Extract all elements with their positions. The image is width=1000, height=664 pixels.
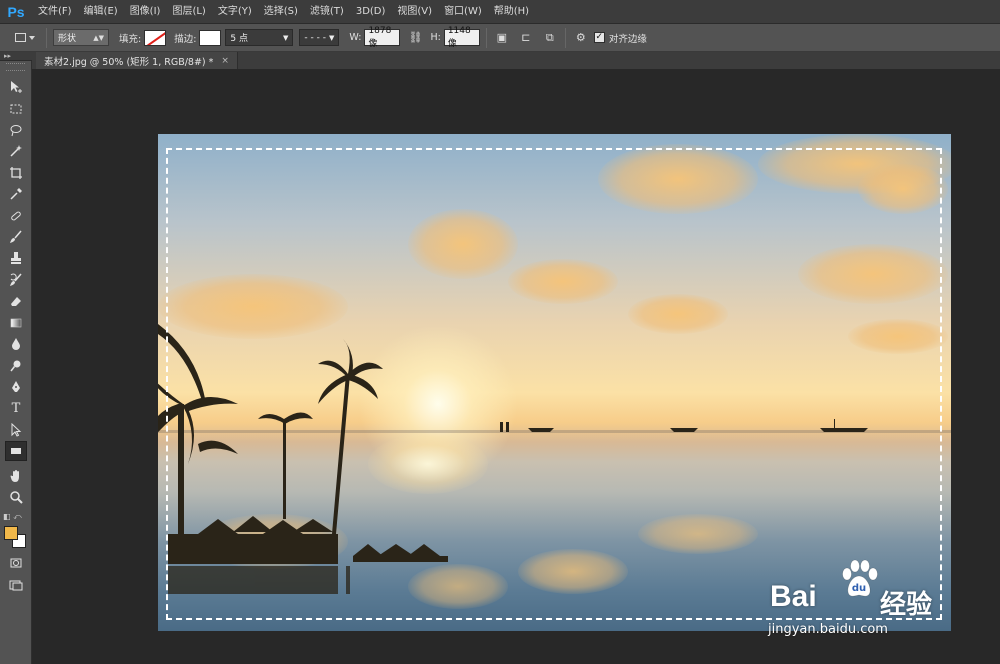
menu-view[interactable]: 视图(V) <box>391 0 438 24</box>
path-arrangement-icon[interactable]: ⧉ <box>541 29 559 47</box>
separator <box>485 27 487 48</box>
default-colors-icon[interactable]: ◧ ⤺ <box>3 512 22 522</box>
height-label: H: <box>430 32 441 43</box>
screen-mode-icon[interactable] <box>5 575 27 595</box>
fill-label: 填充: <box>119 33 142 45</box>
move-tool-icon[interactable] <box>5 77 27 97</box>
pen-tool-icon[interactable] <box>5 377 27 397</box>
tool-mode-select[interactable]: 形状 ▲▼ <box>53 29 109 46</box>
stroke-type-select[interactable]: - - - - ▼ <box>299 29 340 46</box>
magic-wand-tool-icon[interactable] <box>5 141 27 161</box>
path-alignment-icon[interactable]: ⊏ <box>517 29 535 47</box>
chevron-down-icon: ▼ <box>329 33 335 42</box>
path-selection-tool-icon[interactable] <box>5 420 27 440</box>
toolbox: T ◧ ⤺ <box>0 61 32 664</box>
link-icon[interactable]: ⛓ <box>406 29 424 47</box>
blur-tool-icon[interactable] <box>5 334 27 354</box>
separator <box>564 27 566 48</box>
menu-filter[interactable]: 滤镜(T) <box>304 0 350 24</box>
svg-text:du: du <box>852 583 866 594</box>
menu-help[interactable]: 帮助(H) <box>488 0 535 24</box>
eyedropper-tool-icon[interactable] <box>5 184 27 204</box>
document-tab[interactable]: 素材2.jpg @ 50% (矩形 1, RGB/8#) * × <box>36 52 238 69</box>
menu-type[interactable]: 文字(Y) <box>212 0 258 24</box>
brush-tool-icon[interactable] <box>5 227 27 247</box>
healing-brush-tool-icon[interactable] <box>5 206 27 226</box>
stroke-label: 描边: <box>174 33 197 45</box>
marquee-tool-icon[interactable] <box>5 99 27 119</box>
width-label: W: <box>349 32 362 43</box>
path-operations-icon[interactable]: ▣ <box>493 29 511 47</box>
width-input[interactable]: 1878 像 <box>364 26 401 49</box>
foreground-color-swatch[interactable] <box>4 526 18 540</box>
align-edges-checkbox[interactable]: ✓ <box>593 32 605 43</box>
menu-bar: Ps 文件(F) 编辑(E) 图像(I) 图层(L) 文字(Y) 选择(S) 滤… <box>0 0 1000 24</box>
menu-edit[interactable]: 编辑(E) <box>78 0 124 24</box>
menu-file[interactable]: 文件(F) <box>32 0 78 24</box>
crop-tool-icon[interactable] <box>5 163 27 183</box>
rectangle-icon <box>15 33 26 42</box>
eraser-tool-icon[interactable] <box>5 291 27 311</box>
quick-mask-icon[interactable] <box>5 553 27 573</box>
options-bar: 形状 ▲▼ 填充: 描边: 5 点 ▼ - - - - ▼ W: 1878 像 … <box>0 24 1000 52</box>
stroke-width-value: 5 点 <box>230 34 248 44</box>
baidu-watermark-url: jingyan.baidu.com <box>768 622 888 637</box>
menu-image[interactable]: 图像(I) <box>124 0 167 24</box>
zoom-tool-icon[interactable] <box>5 487 27 507</box>
document-tab-bar: 素材2.jpg @ 50% (矩形 1, RGB/8#) * × <box>32 52 1000 69</box>
baidu-watermark-brand: Bai <box>770 580 817 613</box>
chevron-down-icon: ▼ <box>283 33 289 42</box>
tool-mode-value: 形状 <box>58 34 77 44</box>
close-icon[interactable]: × <box>221 56 229 66</box>
tool-preset-picker[interactable] <box>10 28 40 48</box>
menu-3d[interactable]: 3D(D) <box>350 0 392 24</box>
menu-window[interactable]: 窗口(W) <box>438 0 488 24</box>
menu-layer[interactable]: 图层(L) <box>166 0 211 24</box>
photoshop-logo-icon: Ps <box>7 3 25 20</box>
updown-arrow-icon: ▲▼ <box>93 33 104 42</box>
chevron-down-icon <box>29 35 35 40</box>
toolbox-collapse[interactable]: ▸▸ <box>0 52 32 61</box>
menu-select[interactable]: 选择(S) <box>258 0 304 24</box>
shape-path-outline[interactable] <box>166 148 942 620</box>
align-edges-label: 对齐边缘 <box>608 33 647 45</box>
baidu-watermark-cn: 经验 <box>880 590 933 620</box>
baidu-paw-icon: du <box>842 559 878 597</box>
height-input[interactable]: 1148 像 <box>443 26 480 49</box>
lasso-tool-icon[interactable] <box>5 120 27 140</box>
stroke-width-field[interactable]: 5 点 ▼ <box>225 29 294 46</box>
clone-stamp-tool-icon[interactable] <box>5 248 27 268</box>
hand-tool-icon[interactable] <box>5 466 27 486</box>
fill-swatch[interactable] <box>144 29 167 46</box>
stroke-swatch[interactable] <box>199 29 222 46</box>
gear-icon[interactable]: ⚙ <box>572 29 590 47</box>
toolbox-grip[interactable] <box>6 63 25 71</box>
dodge-tool-icon[interactable] <box>5 356 27 376</box>
history-brush-tool-icon[interactable] <box>5 270 27 290</box>
document-tab-title: 素材2.jpg @ 50% (矩形 1, RGB/8#) * <box>44 56 214 68</box>
type-tool-icon[interactable]: T <box>5 398 27 418</box>
gradient-tool-icon[interactable] <box>5 313 27 333</box>
separator <box>46 27 47 48</box>
rectangle-tool-icon[interactable] <box>5 441 27 461</box>
dash-line-icon: - - - - <box>304 32 326 43</box>
